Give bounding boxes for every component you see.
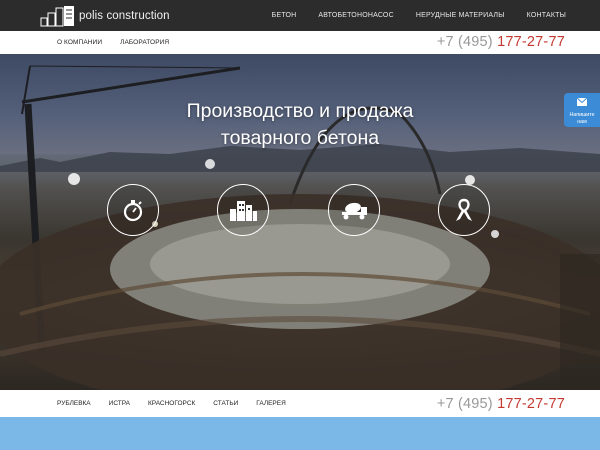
- subnav-item-about[interactable]: О КОМПАНИИ: [57, 39, 102, 46]
- nav-item-contacts[interactable]: КОНТАКТЫ: [527, 12, 566, 19]
- hero-title-line-1: Производство и продажа: [186, 100, 414, 122]
- subnav-item-laboratory[interactable]: ЛАБОРАТОРИЯ: [120, 39, 169, 46]
- header-phone[interactable]: +7 (495) 177-27-77: [437, 34, 565, 50]
- top-header: polis construction БЕТОН АВТОБЕТОНОНАСОС…: [0, 0, 600, 31]
- footer-item-articles[interactable]: СТАТЬИ: [213, 400, 238, 407]
- footer-item-gallery[interactable]: ГАЛЕРЕЯ: [256, 400, 286, 407]
- footer-bar: РУБЛЕВКА ИСТРА КРАСНОГОРСК СТАТЬИ ГАЛЕРЕ…: [0, 390, 600, 417]
- nav-item-concrete[interactable]: БЕТОН: [272, 12, 297, 19]
- main-nav: БЕТОН АВТОБЕТОНОНАСОС НЕРУДНЫЕ МАТЕРИАЛЫ…: [250, 0, 566, 31]
- footer-phone-prefix: +7 (495): [436, 396, 493, 412]
- logo-buildings-icon: [40, 6, 74, 27]
- logo-text: polis construction: [79, 10, 170, 22]
- footer-nav: РУБЛЕВКА ИСТРА КРАСНОГОРСК СТАТЬИ ГАЛЕРЕ…: [57, 390, 304, 417]
- buildings-icon: [230, 201, 257, 221]
- logo[interactable]: polis construction: [40, 5, 170, 27]
- feature-stopwatch[interactable]: [107, 184, 159, 236]
- hero-banner: Производство и продажа товарного бетона: [0, 54, 600, 390]
- phone-number: 177-27-77: [497, 34, 565, 50]
- secondary-nav: О КОМПАНИИ ЛАБОРАТОРИЯ: [57, 31, 187, 54]
- nav-item-aggregates[interactable]: НЕРУДНЫЕ МАТЕРИАЛЫ: [416, 12, 505, 19]
- footer-item-istra[interactable]: ИСТРА: [109, 400, 130, 407]
- footer-item-krasnogorsk[interactable]: КРАСНОГОРСК: [148, 400, 195, 407]
- next-section-band: [0, 417, 600, 450]
- envelope-icon: [576, 97, 588, 106]
- concrete-mixer-truck-icon: [342, 202, 367, 220]
- hero-title: Производство и продажа товарного бетона: [150, 98, 450, 152]
- feedback-button[interactable]: Напишите нам: [564, 93, 600, 127]
- feature-ribbon[interactable]: [438, 184, 490, 236]
- hero-title-line-2: товарного бетона: [220, 127, 380, 149]
- nav-item-concrete-pump[interactable]: АВТОБЕТОНОНАСОС: [318, 12, 393, 19]
- feature-buildings[interactable]: [217, 184, 269, 236]
- sub-header: О КОМПАНИИ ЛАБОРАТОРИЯ +7 (495) 177-27-7…: [0, 31, 600, 54]
- footer-phone[interactable]: +7 (495) 177-27-77: [437, 396, 565, 412]
- phone-prefix: +7 (495): [436, 34, 493, 50]
- stopwatch-icon: [123, 200, 143, 222]
- footer-phone-number: 177-27-77: [497, 396, 565, 412]
- feedback-label-line-1: Напишите: [569, 112, 595, 118]
- feature-mixer-truck[interactable]: [328, 184, 380, 236]
- feedback-label-line-2: нам: [577, 119, 587, 125]
- footer-item-rublevka[interactable]: РУБЛЕВКА: [57, 400, 91, 407]
- ribbon-icon: [456, 198, 472, 221]
